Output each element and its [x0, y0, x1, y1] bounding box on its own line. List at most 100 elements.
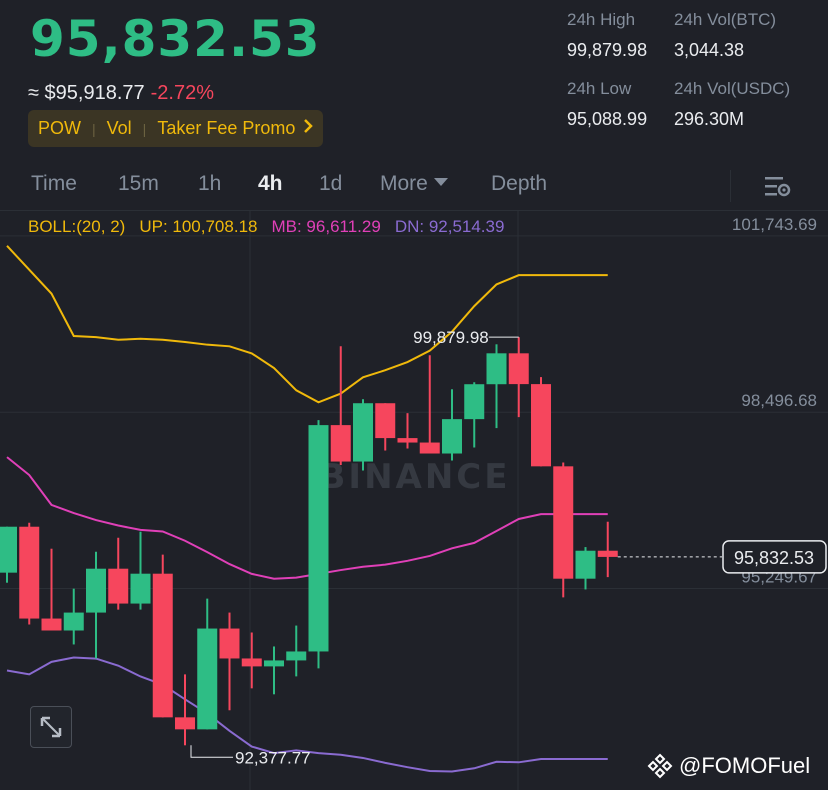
candle-body	[375, 403, 396, 439]
low-marker-label: 92,377.77	[235, 748, 311, 767]
tag-separator: |	[92, 120, 96, 137]
watermark-brand: BINANCE	[320, 457, 511, 497]
candle	[419, 355, 440, 454]
high-value: 99,879.98	[567, 40, 648, 60]
candle	[308, 420, 329, 669]
candle-body	[130, 573, 151, 604]
candle-body	[553, 466, 574, 579]
boll-dn-value: DN: 92,514.39	[394, 217, 505, 236]
candle-body	[0, 526, 17, 573]
candle-body	[41, 618, 62, 631]
watermark-user-text: @FOMOFuel	[679, 753, 811, 778]
candle-body	[175, 717, 195, 730]
expand-icon	[40, 716, 62, 738]
tab-1d[interactable]: 1d	[319, 172, 342, 196]
tag-bar[interactable]: POW | Vol | Taker Fee Promo	[28, 110, 324, 147]
current-price-label: 95,832.53	[734, 548, 814, 568]
tab-15m[interactable]: 15m	[118, 172, 159, 196]
candle	[597, 521, 618, 578]
vol-usdc-value: 296.30M	[674, 109, 745, 129]
last-price: 95,832.53	[30, 10, 321, 68]
candle-body	[330, 425, 351, 462]
low-marker-line	[190, 745, 233, 758]
tag-taker-fee-promo[interactable]: Taker Fee Promo	[157, 118, 295, 139]
candle	[175, 674, 195, 746]
y-axis-label: 98,496.68	[741, 391, 817, 410]
vol-btc-label: 24h Vol(BTC)	[674, 10, 777, 29]
watermark-user: @FOMOFuel	[647, 753, 810, 779]
candle-body	[241, 658, 262, 667]
candle-body	[308, 425, 329, 652]
candle	[486, 344, 507, 429]
change-percent: -2.72%	[150, 82, 215, 104]
candle-body	[264, 660, 284, 667]
boll-name: BOLL:(20, 2)	[28, 217, 126, 236]
ticker-header: 95,832.53 ≈ $95,918.77 -2.72% POW | Vol |…	[0, 0, 828, 160]
candle	[353, 399, 373, 471]
candle	[41, 548, 62, 631]
candle	[375, 403, 396, 451]
boll-legend: BOLL:(20, 2) UP: 100,708.18 MB: 96,611.29 D…	[28, 217, 518, 237]
candle-body	[419, 442, 440, 454]
candle-body	[464, 384, 485, 420]
candle	[553, 462, 574, 598]
candlestick-chart[interactable]: BINANCE 99,879.98 92,377.77 101,743.69 98,49…	[0, 210, 828, 790]
candle	[219, 612, 240, 711]
candle	[330, 346, 351, 466]
y-axis-label: 101,743.69	[732, 215, 817, 234]
tab-depth[interactable]: Depth	[491, 172, 547, 196]
candle-body	[442, 419, 462, 454]
candle	[86, 551, 106, 659]
candle-body	[108, 568, 129, 604]
tab-4h[interactable]: 4h	[258, 172, 283, 196]
candle-body	[63, 612, 84, 631]
tag-vol[interactable]: Vol	[107, 118, 132, 139]
candle-body	[575, 550, 596, 579]
candle	[108, 537, 129, 610]
tabs-divider	[730, 170, 731, 202]
tag-pow[interactable]: POW	[38, 118, 81, 139]
candle-body	[353, 403, 373, 462]
interval-tabs: Time 15m 1h 4h 1d More Depth	[0, 162, 828, 208]
chevron-right-icon	[303, 119, 314, 138]
high-label: 24h High	[567, 10, 636, 29]
vol-usdc-label: 24h Vol(USDC)	[674, 79, 791, 98]
candle	[152, 554, 173, 718]
candle	[531, 377, 551, 467]
tab-more-label: More	[380, 172, 428, 195]
candle	[575, 547, 596, 590]
candle-body	[397, 438, 418, 443]
candle	[0, 526, 17, 583]
boll-up-value: UP: 100,708.18	[139, 217, 258, 236]
candle	[442, 389, 462, 461]
candle	[464, 382, 485, 448]
candle	[264, 646, 284, 695]
boll-mb-value: MB: 96,611.29	[271, 217, 381, 236]
candle-body	[531, 384, 551, 467]
candle-body	[152, 573, 173, 718]
candle-body	[597, 550, 618, 557]
candle	[286, 625, 307, 677]
fiat-price-row: ≈ $95,918.77 -2.72%	[28, 82, 214, 105]
expand-chart-button[interactable]	[30, 706, 72, 748]
tab-time[interactable]: Time	[31, 172, 77, 196]
candle-body	[486, 353, 507, 385]
candle	[130, 531, 151, 610]
caret-down-icon	[433, 178, 448, 187]
tab-more[interactable]: More	[380, 172, 448, 196]
candle-body	[508, 353, 529, 385]
low-value: 95,088.99	[567, 109, 648, 129]
candle	[241, 632, 262, 689]
tag-separator: |	[142, 120, 147, 137]
candle	[508, 337, 529, 418]
tab-1h[interactable]: 1h	[198, 172, 221, 196]
candle	[63, 588, 84, 645]
high-marker-label: 99,879.98	[413, 328, 489, 347]
candle-body	[286, 651, 307, 661]
fiat-price: ≈ $95,918.77	[28, 82, 145, 104]
chart-settings-icon[interactable]	[762, 174, 792, 200]
candle	[397, 413, 418, 449]
candle	[197, 598, 218, 730]
candle-body	[219, 628, 240, 659]
candle	[19, 522, 40, 625]
